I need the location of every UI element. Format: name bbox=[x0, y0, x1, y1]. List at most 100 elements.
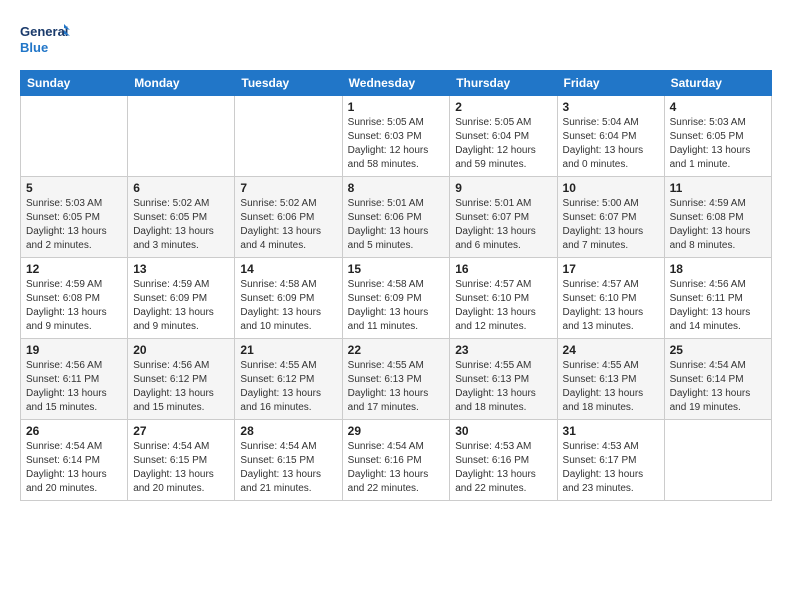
day-number: 28 bbox=[240, 424, 336, 438]
calendar-cell: 1Sunrise: 5:05 AMSunset: 6:03 PMDaylight… bbox=[342, 96, 450, 177]
weekday-header: Sunday bbox=[21, 71, 128, 96]
weekday-header: Monday bbox=[128, 71, 235, 96]
calendar-cell: 20 Sunrise: 4:56 AMSunset: 6:12 PMDayligh… bbox=[128, 339, 235, 420]
weekday-header: Friday bbox=[557, 71, 664, 96]
day-info: Sunrise: 4:55 AMSunset: 6:13 PMDaylight:… bbox=[348, 359, 445, 415]
day-number: 4 bbox=[670, 100, 766, 114]
day-number: 20 bbox=[133, 343, 229, 357]
day-number: 21 bbox=[240, 343, 336, 357]
day-info: Sunrise: 4:57 AMSunset: 6:10 PMDaylight:… bbox=[563, 278, 659, 334]
calendar-cell: 4Sunrise: 5:03 AMSunset: 6:05 PMDaylight… bbox=[664, 96, 771, 177]
day-number: 5 bbox=[26, 181, 122, 195]
calendar-cell: 24Sunrise: 4:55 AMSunset: 6:13 PMDayligh… bbox=[557, 339, 664, 420]
calendar-cell: 16Sunrise: 4:57 AMSunset: 6:10 PMDayligh… bbox=[450, 258, 557, 339]
day-number: 25 bbox=[670, 343, 766, 357]
day-info: Sunrise: 4:55 AMSunset: 6:13 PMDaylight:… bbox=[563, 359, 659, 415]
day-info: Sunrise: 4:53 AMSunset: 6:17 PMDaylight:… bbox=[563, 440, 659, 496]
day-number: 22 bbox=[348, 343, 445, 357]
day-info: Sunrise: 4:56 AMSunset: 6:11 PMDaylight:… bbox=[670, 278, 766, 334]
calendar-cell: 6Sunrise: 5:02 AMSunset: 6:05 PMDaylight… bbox=[128, 177, 235, 258]
day-info: Sunrise: 4:54 AMSunset: 6:14 PMDaylight:… bbox=[26, 440, 122, 496]
day-number: 9 bbox=[455, 181, 551, 195]
day-info: Sunrise: 4:58 AMSunset: 6:09 PMDaylight:… bbox=[240, 278, 336, 334]
day-number: 30 bbox=[455, 424, 551, 438]
logo: General Blue bbox=[20, 20, 70, 60]
calendar-cell: 11Sunrise: 4:59 AMSunset: 6:08 PMDayligh… bbox=[664, 177, 771, 258]
page-header: General Blue bbox=[20, 20, 772, 60]
calendar-week-row: 5Sunrise: 5:03 AMSunset: 6:05 PMDaylight… bbox=[21, 177, 772, 258]
day-number: 31 bbox=[563, 424, 659, 438]
calendar-cell: 17 Sunrise: 4:57 AMSunset: 6:10 PMDayligh… bbox=[557, 258, 664, 339]
day-info: Sunrise: 5:04 AMSunset: 6:04 PMDaylight:… bbox=[563, 116, 659, 172]
calendar-cell: 8 Sunrise: 5:01 AMSunset: 6:06 PMDaylight… bbox=[342, 177, 450, 258]
day-number: 19 bbox=[26, 343, 122, 357]
calendar-cell: 23 Sunrise: 4:55 AMSunset: 6:13 PMDayligh… bbox=[450, 339, 557, 420]
day-number: 17 bbox=[563, 262, 659, 276]
svg-text:General: General bbox=[20, 24, 68, 39]
calendar-cell: 19 Sunrise: 4:56 AMSunset: 6:11 PMDayligh… bbox=[21, 339, 128, 420]
calendar-cell: 26 Sunrise: 4:54 AMSunset: 6:14 PMDayligh… bbox=[21, 420, 128, 501]
day-number: 26 bbox=[26, 424, 122, 438]
day-number: 15 bbox=[348, 262, 445, 276]
calendar-cell: 5Sunrise: 5:03 AMSunset: 6:05 PMDaylight… bbox=[21, 177, 128, 258]
day-number: 7 bbox=[240, 181, 336, 195]
day-info: Sunrise: 4:55 AMSunset: 6:13 PMDaylight:… bbox=[455, 359, 551, 415]
day-number: 10 bbox=[563, 181, 659, 195]
day-info: Sunrise: 4:59 AMSunset: 6:09 PMDaylight:… bbox=[133, 278, 229, 334]
calendar-cell: 10 Sunrise: 5:00 AMSunset: 6:07 PMDayligh… bbox=[557, 177, 664, 258]
day-info: Sunrise: 4:57 AMSunset: 6:10 PMDaylight:… bbox=[455, 278, 551, 334]
day-number: 27 bbox=[133, 424, 229, 438]
day-info: Sunrise: 5:02 AMSunset: 6:06 PMDaylight:… bbox=[240, 197, 336, 253]
day-info: Sunrise: 4:54 AMSunset: 6:15 PMDaylight:… bbox=[133, 440, 229, 496]
day-info: Sunrise: 4:56 AMSunset: 6:12 PMDaylight:… bbox=[133, 359, 229, 415]
weekday-header: Tuesday bbox=[235, 71, 342, 96]
day-info: Sunrise: 5:05 AMSunset: 6:04 PMDaylight:… bbox=[455, 116, 551, 172]
calendar-cell: 27 Sunrise: 4:54 AMSunset: 6:15 PMDayligh… bbox=[128, 420, 235, 501]
calendar-cell: 7 Sunrise: 5:02 AMSunset: 6:06 PMDaylight… bbox=[235, 177, 342, 258]
day-number: 12 bbox=[26, 262, 122, 276]
calendar-cell: 15 Sunrise: 4:58 AMSunset: 6:09 PMDayligh… bbox=[342, 258, 450, 339]
calendar-cell: 25 Sunrise: 4:54 AMSunset: 6:14 PMDayligh… bbox=[664, 339, 771, 420]
calendar-week-row: 12 Sunrise: 4:59 AMSunset: 6:08 PMDayligh… bbox=[21, 258, 772, 339]
day-info: Sunrise: 4:54 AMSunset: 6:14 PMDaylight:… bbox=[670, 359, 766, 415]
day-info: Sunrise: 5:00 AMSunset: 6:07 PMDaylight:… bbox=[563, 197, 659, 253]
svg-text:Blue: Blue bbox=[20, 40, 48, 55]
weekday-header: Saturday bbox=[664, 71, 771, 96]
weekday-header-row: SundayMondayTuesdayWednesdayThursdayFrid… bbox=[21, 71, 772, 96]
day-number: 8 bbox=[348, 181, 445, 195]
day-info: Sunrise: 5:01 AMSunset: 6:06 PMDaylight:… bbox=[348, 197, 445, 253]
day-info: Sunrise: 4:58 AMSunset: 6:09 PMDaylight:… bbox=[348, 278, 445, 334]
day-info: Sunrise: 4:54 AMSunset: 6:16 PMDaylight:… bbox=[348, 440, 445, 496]
day-info: Sunrise: 5:01 AMSunset: 6:07 PMDaylight:… bbox=[455, 197, 551, 253]
calendar-cell: 3 Sunrise: 5:04 AMSunset: 6:04 PMDaylight… bbox=[557, 96, 664, 177]
calendar-cell: 13Sunrise: 4:59 AMSunset: 6:09 PMDayligh… bbox=[128, 258, 235, 339]
day-number: 23 bbox=[455, 343, 551, 357]
day-number: 18 bbox=[670, 262, 766, 276]
day-info: Sunrise: 4:59 AMSunset: 6:08 PMDaylight:… bbox=[670, 197, 766, 253]
logo-svg: General Blue bbox=[20, 20, 70, 60]
day-info: Sunrise: 5:05 AMSunset: 6:03 PMDaylight:… bbox=[348, 116, 445, 172]
calendar-cell: 14 Sunrise: 4:58 AMSunset: 6:09 PMDayligh… bbox=[235, 258, 342, 339]
calendar-cell: 22 Sunrise: 4:55 AMSunset: 6:13 PMDayligh… bbox=[342, 339, 450, 420]
weekday-header: Wednesday bbox=[342, 71, 450, 96]
day-info: Sunrise: 4:54 AMSunset: 6:15 PMDaylight:… bbox=[240, 440, 336, 496]
day-number: 3 bbox=[563, 100, 659, 114]
day-info: Sunrise: 4:53 AMSunset: 6:16 PMDaylight:… bbox=[455, 440, 551, 496]
calendar-cell: 29Sunrise: 4:54 AMSunset: 6:16 PMDayligh… bbox=[342, 420, 450, 501]
calendar-cell bbox=[21, 96, 128, 177]
calendar-cell: 28 Sunrise: 4:54 AMSunset: 6:15 PMDayligh… bbox=[235, 420, 342, 501]
day-number: 6 bbox=[133, 181, 229, 195]
calendar-week-row: 1Sunrise: 5:05 AMSunset: 6:03 PMDaylight… bbox=[21, 96, 772, 177]
day-info: Sunrise: 4:56 AMSunset: 6:11 PMDaylight:… bbox=[26, 359, 122, 415]
calendar-cell bbox=[235, 96, 342, 177]
calendar-cell: 9 Sunrise: 5:01 AMSunset: 6:07 PMDaylight… bbox=[450, 177, 557, 258]
day-number: 14 bbox=[240, 262, 336, 276]
calendar-cell: 18 Sunrise: 4:56 AMSunset: 6:11 PMDayligh… bbox=[664, 258, 771, 339]
day-info: Sunrise: 4:55 AMSunset: 6:12 PMDaylight:… bbox=[240, 359, 336, 415]
calendar-cell bbox=[128, 96, 235, 177]
weekday-header: Thursday bbox=[450, 71, 557, 96]
day-info: Sunrise: 4:59 AMSunset: 6:08 PMDaylight:… bbox=[26, 278, 122, 334]
calendar-cell: 12 Sunrise: 4:59 AMSunset: 6:08 PMDayligh… bbox=[21, 258, 128, 339]
calendar-week-row: 26 Sunrise: 4:54 AMSunset: 6:14 PMDayligh… bbox=[21, 420, 772, 501]
calendar-cell: 2Sunrise: 5:05 AMSunset: 6:04 PMDaylight… bbox=[450, 96, 557, 177]
